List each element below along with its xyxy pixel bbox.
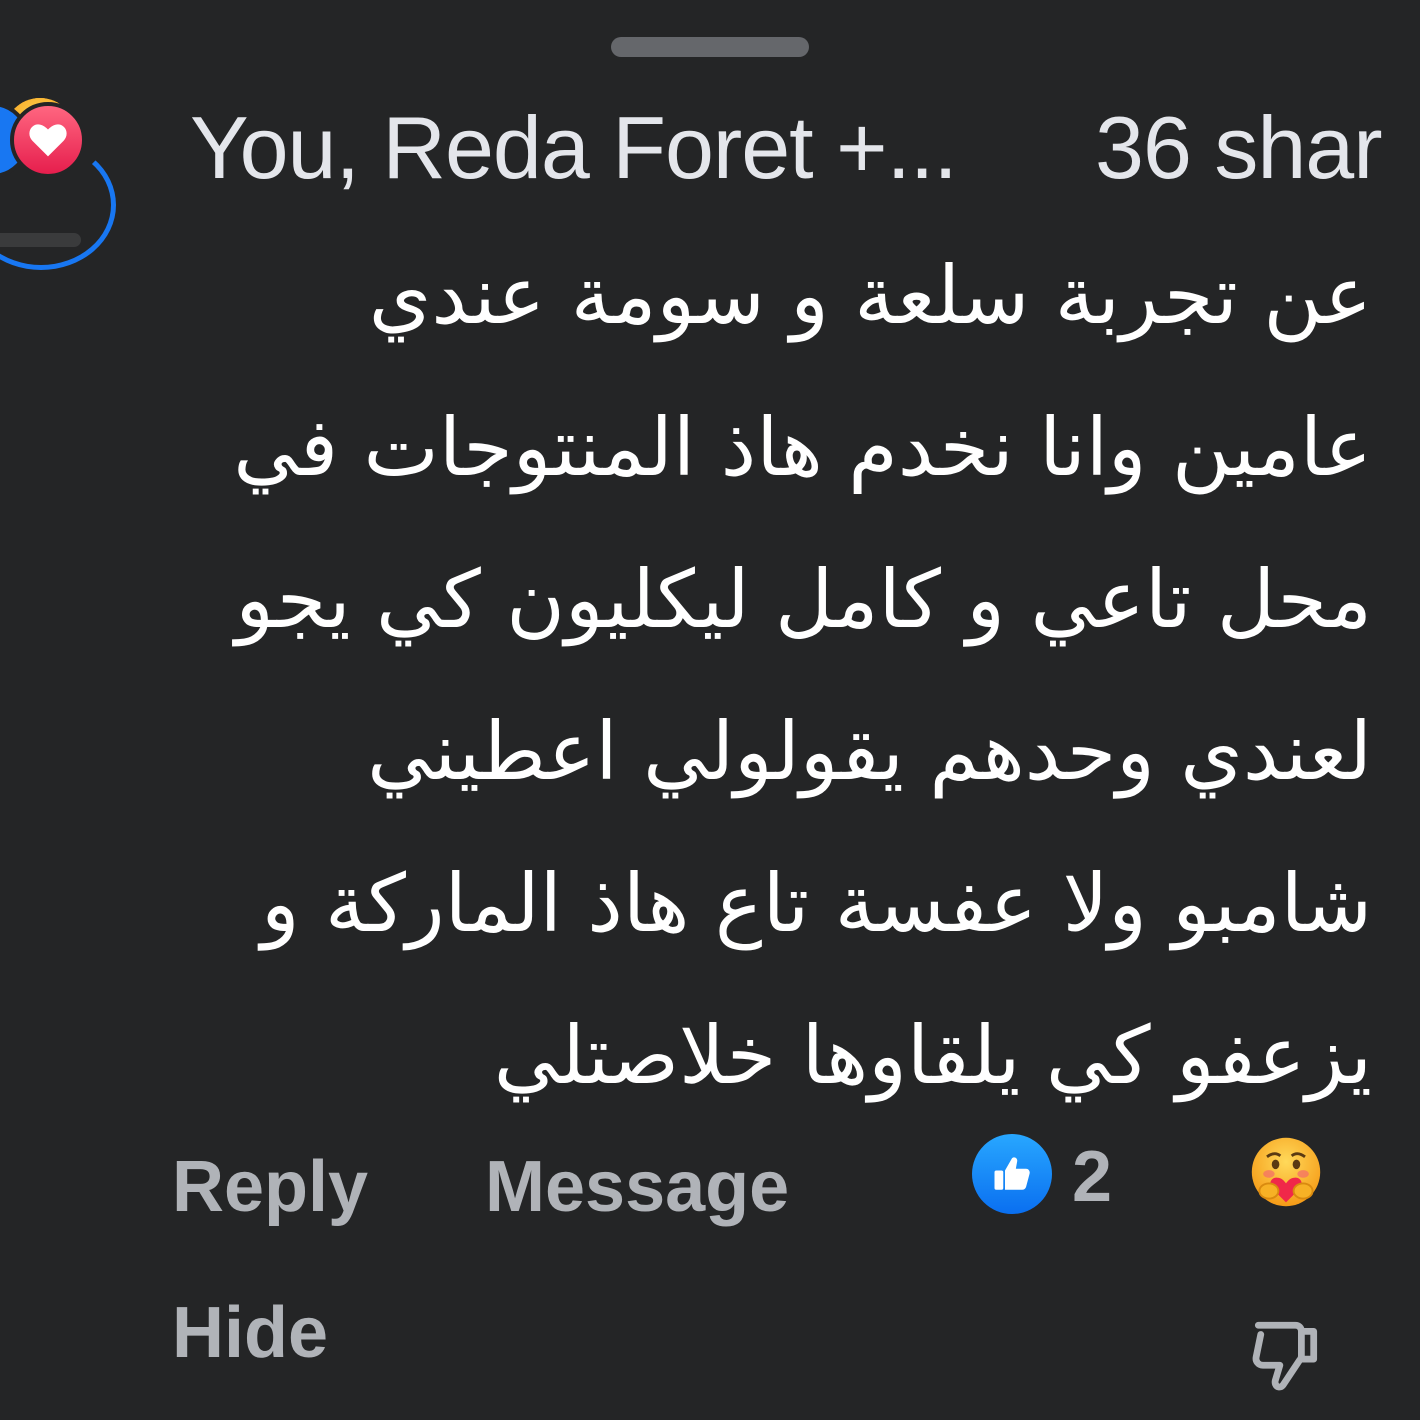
comment-line: لعندي وحدهم يقولولي اعطيني <box>367 705 1372 798</box>
comment-line: شامبو ولا عفسة تاع هاذ الماركة و <box>260 857 1372 950</box>
avatar-image <box>0 233 81 247</box>
thumbs-down-icon[interactable] <box>1248 1316 1324 1396</box>
message-button[interactable]: Message <box>485 1142 789 1232</box>
drag-handle[interactable] <box>611 37 809 57</box>
comment-line: محل تاعي و كامل ليكليون كي يجو <box>235 553 1372 646</box>
comment-line: يزعفو كي يلقاوها خلاصتلي <box>493 1009 1372 1102</box>
shares-count[interactable]: 36 shar <box>1095 98 1383 198</box>
like-count[interactable]: 2 <box>1072 1132 1112 1222</box>
reacted-by-text[interactable]: You, Reda Foret +... <box>190 98 958 198</box>
hide-button[interactable]: Hide <box>172 1288 328 1378</box>
care-icon[interactable] <box>1248 1134 1324 1210</box>
comment-line: عامين وانا نخدم هاذ المنتوجات في <box>233 401 1372 494</box>
thumbs-up-icon <box>994 1157 1030 1190</box>
reply-button[interactable]: Reply <box>172 1142 368 1232</box>
comment-actions: Reply Message 2 <box>0 1132 1420 1242</box>
like-count-icon[interactable] <box>972 1134 1052 1214</box>
comment-line: عن تجربة سلعة و سومة عندي <box>368 249 1372 342</box>
comment-body: عن تجربة سلعة و سومة عندي عامين وانا نخد… <box>172 220 1372 1132</box>
reactions-summary[interactable]: You, Reda Foret +... 36 shar <box>0 94 1420 197</box>
